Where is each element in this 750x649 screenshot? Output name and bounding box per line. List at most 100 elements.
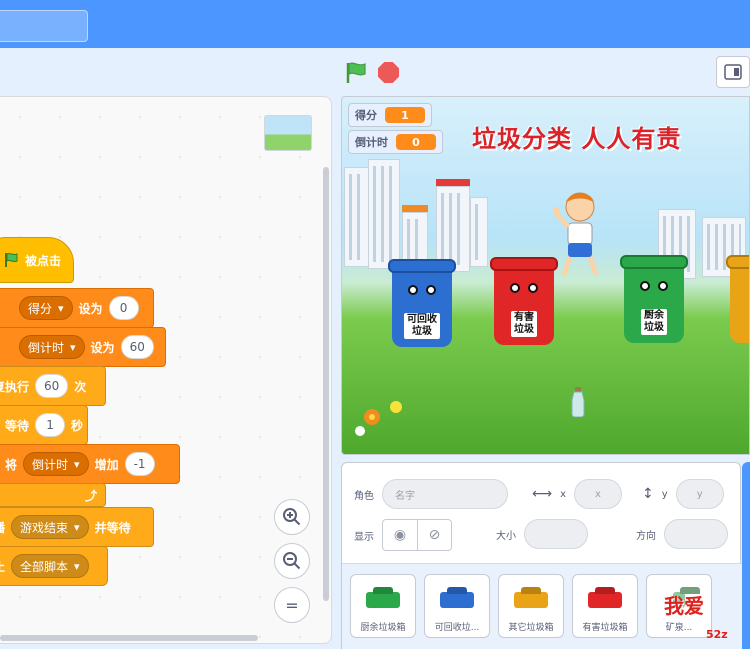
- stop-block[interactable]: 止 全部脚本: [0, 546, 108, 586]
- sprite-tile[interactable]: 其它垃圾箱: [498, 574, 564, 638]
- wait-seconds-input[interactable]: 1: [35, 413, 66, 437]
- y-input[interactable]: y: [675, 479, 724, 509]
- recyclable-bin-sprite[interactable]: 可回收 垃圾: [388, 259, 456, 347]
- repeat-block-end: ⤴: [0, 483, 106, 507]
- when-flag-label: 被点击: [25, 253, 62, 268]
- building: [470, 197, 488, 267]
- bin-label: 厨余 垃圾: [641, 309, 667, 335]
- code-horizontal-scrollbar[interactable]: [0, 635, 258, 641]
- sprite-tile-name: 其它垃圾箱: [508, 623, 554, 633]
- stage-thumbnail[interactable]: [264, 115, 312, 151]
- building-roof: [436, 179, 470, 186]
- monitor-value: 0: [396, 134, 436, 150]
- variable-dropdown[interactable]: 倒计时: [19, 335, 85, 359]
- set-timer-block[interactable]: 倒计时 设为 60: [0, 327, 166, 367]
- sprite-tile[interactable]: 厨余垃圾箱: [350, 574, 416, 638]
- broadcast-suffix: 并等待: [94, 520, 131, 535]
- x-label: x: [560, 488, 566, 500]
- change-prefix: 将: [5, 457, 18, 472]
- sprite-tile[interactable]: 可回收垃...: [424, 574, 490, 638]
- stop-option-dropdown[interactable]: 全部脚本: [11, 554, 89, 578]
- y-row: ↕ y y: [642, 479, 724, 509]
- monitor-value: 1: [385, 107, 425, 123]
- y-arrows-icon: ↕: [642, 486, 654, 502]
- value-input[interactable]: 60: [120, 335, 154, 359]
- building: [344, 167, 370, 267]
- score-monitor[interactable]: 得分 1: [348, 103, 432, 127]
- repeat-count-input[interactable]: 60: [35, 374, 69, 398]
- zoom-reset-icon: =: [285, 595, 299, 615]
- zoom-in-button[interactable]: [274, 499, 310, 535]
- zoom-in-icon: [283, 508, 301, 526]
- message-dropdown[interactable]: 游戏结束: [11, 515, 89, 539]
- timer-monitor[interactable]: 倒计时 0: [348, 130, 443, 154]
- sprite-thumbnail: [366, 592, 400, 608]
- monitor-label: 倒计时: [355, 136, 388, 149]
- hide-eye-icon[interactable]: ⊘: [417, 520, 451, 550]
- bin-eyes: [510, 283, 538, 293]
- code-vertical-scrollbar[interactable]: [323, 167, 329, 601]
- direction-label: 方向: [636, 530, 656, 542]
- x-input[interactable]: x: [574, 479, 622, 509]
- building: [368, 159, 400, 269]
- value-input[interactable]: 0: [108, 296, 139, 320]
- variable-dropdown[interactable]: 倒计时: [23, 452, 89, 476]
- stage-title: 垃圾分类 人人有责: [472, 125, 682, 153]
- repeat-block[interactable]: 复执行 60 次: [0, 366, 106, 406]
- green-flag-button[interactable]: [344, 62, 368, 84]
- stage-layout-button[interactable]: [716, 56, 750, 88]
- sprite-info-pane: 角色 名字 ⟷ x x ↕ y y 显示 ◉ ⊘ 大小 方向 厨余垃圾箱 可回收…: [341, 462, 742, 649]
- stop-button[interactable]: [378, 62, 399, 83]
- when-flag-clicked-block[interactable]: 被点击: [0, 237, 74, 283]
- zoom-out-button[interactable]: [274, 543, 310, 579]
- show-label: 显示: [354, 531, 374, 543]
- other-waste-bin-sprite[interactable]: [726, 255, 749, 343]
- change-verb: 增加: [94, 457, 119, 472]
- sprite-thumbnail: [514, 592, 548, 608]
- set-verb: 设为: [78, 301, 103, 316]
- broadcast-and-wait-block[interactable]: 播 游戏结束 并等待: [0, 507, 154, 547]
- sprite-name-input[interactable]: 名字: [382, 479, 508, 509]
- zoom-reset-button[interactable]: =: [274, 587, 310, 623]
- building-roof: [402, 205, 428, 212]
- bin-eyes: [408, 285, 436, 295]
- broadcast-prefix: 播: [0, 519, 5, 536]
- visibility-toggle: ◉ ⊘: [382, 519, 452, 551]
- hazardous-bin-sprite[interactable]: 有害 垃圾: [490, 257, 558, 345]
- stage[interactable]: 得分 1 倒计时 0 垃圾分类 人人有责 可回收 垃圾 有害 垃圾 厨余 垃圾: [341, 96, 750, 455]
- size-input[interactable]: [524, 519, 588, 549]
- kid-character-sprite[interactable]: [554, 189, 602, 279]
- sprite-tile-name: 有害垃圾箱: [582, 623, 628, 633]
- show-eye-icon[interactable]: ◉: [383, 520, 417, 550]
- set-score-block[interactable]: 得分 设为 0: [0, 288, 154, 328]
- stop-prefix: 止: [0, 558, 5, 575]
- wait-suffix: 秒: [71, 418, 84, 433]
- bin-label: 有害 垃圾: [511, 311, 537, 337]
- bin-lid: [388, 259, 456, 273]
- wait-block[interactable]: 等待 1 秒: [0, 405, 88, 445]
- sprite-thumbnail: [588, 592, 622, 608]
- sprite-tile-name: 矿泉...: [665, 623, 693, 633]
- direction-input[interactable]: [664, 519, 728, 549]
- sprite-tile[interactable]: 有害垃圾箱: [572, 574, 638, 638]
- x-row: ⟷ x x: [532, 479, 622, 509]
- sprite-tile-name: 厨余垃圾箱: [360, 623, 406, 633]
- x-arrows-icon: ⟷: [532, 486, 553, 502]
- bin-lid: [726, 255, 749, 269]
- project-title-input[interactable]: [0, 10, 88, 42]
- change-value-input[interactable]: -1: [124, 452, 155, 476]
- sprite-tile-name: 可回收垃...: [434, 623, 480, 633]
- stage-target-pane-edge[interactable]: [742, 462, 750, 649]
- bin-lid: [620, 255, 688, 269]
- food-waste-bin-sprite[interactable]: 厨余 垃圾: [620, 255, 688, 343]
- small-stage-icon: [724, 64, 742, 80]
- bin-lid: [490, 257, 558, 271]
- change-timer-block[interactable]: 将 倒计时 增加 -1: [0, 444, 180, 484]
- code-area[interactable]: 被点击 得分 设为 0 倒计时 设为 60 复执行 60 次 等待 1 秒 将 …: [0, 96, 332, 644]
- water-bottle-sprite[interactable]: [570, 387, 586, 417]
- size-row: 大小: [496, 519, 588, 549]
- watermark-url: 52z: [706, 628, 728, 641]
- bin-eyes: [640, 281, 668, 291]
- variable-dropdown[interactable]: 得分: [19, 296, 73, 320]
- loop-arrow-icon: ⤴: [84, 488, 97, 503]
